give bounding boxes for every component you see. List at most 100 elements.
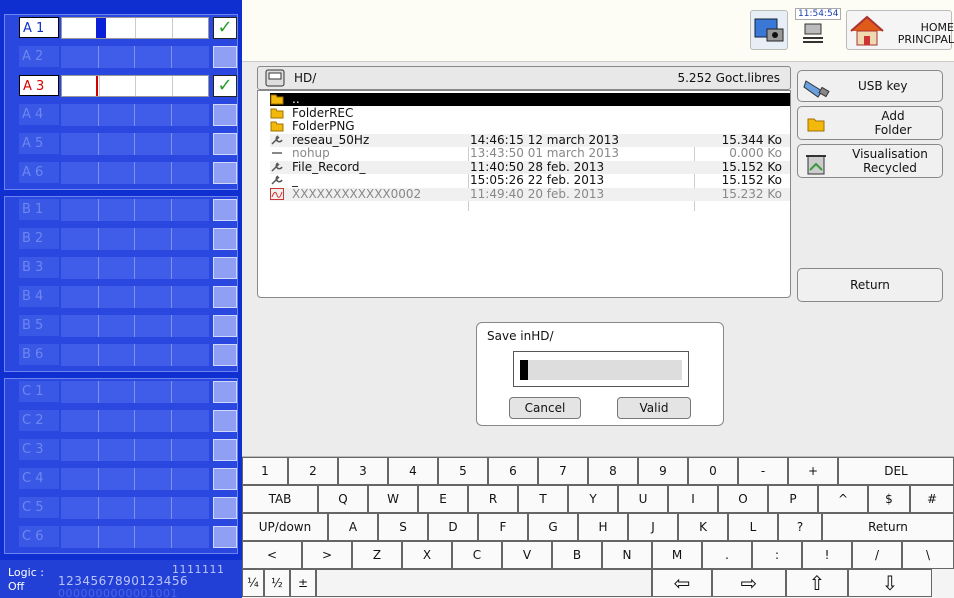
key[interactable]: 9 [638, 457, 688, 485]
channel-label[interactable]: B 6 [19, 344, 59, 365]
channel-checkbox[interactable] [213, 315, 237, 337]
channel-checkbox[interactable] [213, 133, 237, 155]
channel-checkbox[interactable] [213, 439, 237, 461]
file-row[interactable]: FolderREC [270, 106, 790, 120]
file-list[interactable]: .. FolderREC FolderPNG reseau_50Hz 14:46:15 … [257, 90, 791, 298]
key[interactable]: E [418, 485, 468, 513]
channel-label[interactable]: C 2 [19, 410, 59, 431]
key[interactable]: B [552, 541, 602, 569]
channel-checkbox[interactable] [213, 46, 237, 68]
file-row[interactable]: reseau_50Hz 14:46:15 12 march 2013 15.344 … [270, 133, 790, 147]
key[interactable]: J [628, 513, 678, 541]
channel-row[interactable]: A 2 [5, 44, 239, 68]
key[interactable]: ^ [818, 485, 868, 513]
channel-level-bar[interactable] [61, 162, 209, 184]
key[interactable]: Q [318, 485, 368, 513]
key[interactable]: G [528, 513, 578, 541]
add-folder-button[interactable]: Add Folder [797, 106, 943, 140]
key[interactable]: P [768, 485, 818, 513]
channel-row[interactable]: C 4 [5, 466, 239, 490]
cancel-button[interactable]: Cancel [509, 397, 581, 419]
channel-level-bar[interactable] [61, 104, 209, 126]
channel-row[interactable]: A 4 [5, 102, 239, 126]
channel-label[interactable]: A 6 [19, 162, 59, 183]
channel-row[interactable]: B 6 [5, 342, 239, 366]
usb-key-button[interactable]: USB key [797, 70, 943, 102]
channel-checkbox[interactable] [213, 199, 237, 221]
channel-row[interactable]: A 5 [5, 131, 239, 155]
channel-row[interactable]: C 2 [5, 408, 239, 432]
key[interactable]: ⇨ [712, 569, 786, 597]
channel-label[interactable]: A 5 [19, 133, 59, 154]
key[interactable]: S [378, 513, 428, 541]
key[interactable]: - [738, 457, 788, 485]
channel-level-bar[interactable] [61, 75, 209, 97]
key[interactable]: 0 [688, 457, 738, 485]
key[interactable]: 1 [242, 457, 288, 485]
channel-label[interactable]: A 4 [19, 104, 59, 125]
space-key[interactable] [316, 569, 652, 597]
channel-level-bar[interactable] [61, 199, 209, 221]
key[interactable]: ⇩ [848, 569, 932, 597]
key[interactable]: $ [868, 485, 910, 513]
channel-level-bar[interactable] [61, 410, 209, 432]
channel-label[interactable]: C 1 [19, 381, 59, 402]
key[interactable]: 8 [588, 457, 638, 485]
network-button[interactable] [795, 20, 833, 50]
visualisation-recycled-button[interactable]: Visualisation Recycled [797, 144, 943, 178]
key[interactable]: DEL [838, 457, 954, 485]
channel-checkbox[interactable]: ✓ [213, 17, 237, 39]
key[interactable]: N [602, 541, 652, 569]
file-row[interactable]: FolderPNG [270, 120, 790, 133]
channel-level-bar[interactable] [61, 46, 209, 68]
channel-checkbox[interactable] [213, 497, 237, 519]
key[interactable]: F [478, 513, 528, 541]
channel-checkbox[interactable] [213, 162, 237, 184]
key[interactable]: ! [802, 541, 852, 569]
channel-row[interactable]: B 1 [5, 197, 239, 221]
logic-panel[interactable]: Logic : Off 1111111 1234567890123456 000… [0, 560, 242, 598]
key[interactable]: A [328, 513, 378, 541]
file-row[interactable]: File_Record_ 11:40:50 28 feb. 2013 15.152 … [270, 160, 790, 174]
channel-checkbox[interactable] [213, 228, 237, 250]
filename-field[interactable] [520, 360, 682, 380]
key[interactable]: ± [290, 569, 316, 597]
key[interactable]: ¼ [242, 569, 264, 597]
channel-row[interactable]: B 5 [5, 313, 239, 337]
channel-level-bar[interactable] [61, 228, 209, 250]
key[interactable]: < [242, 541, 302, 569]
channel-level-bar[interactable] [61, 257, 209, 279]
channel-row[interactable]: A 6 [5, 160, 239, 184]
channel-label[interactable]: A 2 [19, 46, 59, 67]
key[interactable]: O [718, 485, 768, 513]
key[interactable]: \ [902, 541, 954, 569]
file-row[interactable]: XXXXXXXXXXXX0002 11:49:40 20 feb. 2013 15.… [270, 187, 790, 201]
key[interactable]: > [302, 541, 352, 569]
channel-level-bar[interactable] [61, 286, 209, 308]
key[interactable]: 3 [338, 457, 388, 485]
key[interactable]: R [468, 485, 518, 513]
camera-button[interactable] [750, 10, 788, 50]
key[interactable]: Y [568, 485, 618, 513]
channel-checkbox[interactable] [213, 104, 237, 126]
channel-level-bar[interactable] [61, 315, 209, 337]
file-row[interactable]: _ 15:05:26 22 feb. 2013 15.152 Ko [270, 174, 790, 187]
key[interactable]: ⇧ [786, 569, 848, 597]
channel-row[interactable]: C 5 [5, 495, 239, 519]
file-row[interactable]: .. [270, 93, 790, 106]
channel-level-bar[interactable] [61, 17, 209, 39]
channel-checkbox[interactable] [213, 410, 237, 432]
key[interactable]: 2 [288, 457, 338, 485]
key[interactable]: I [668, 485, 718, 513]
key[interactable]: M [652, 541, 702, 569]
channel-level-bar[interactable] [61, 497, 209, 519]
key[interactable]: H [578, 513, 628, 541]
channel-label[interactable]: B 5 [19, 315, 59, 336]
key[interactable]: ? [778, 513, 822, 541]
key[interactable]: U [618, 485, 668, 513]
key[interactable]: C [452, 541, 502, 569]
channel-checkbox[interactable]: ✓ [213, 75, 237, 97]
channel-checkbox[interactable] [213, 344, 237, 366]
channel-label[interactable]: C 3 [19, 439, 59, 460]
channel-label[interactable]: A 3 [19, 75, 59, 96]
